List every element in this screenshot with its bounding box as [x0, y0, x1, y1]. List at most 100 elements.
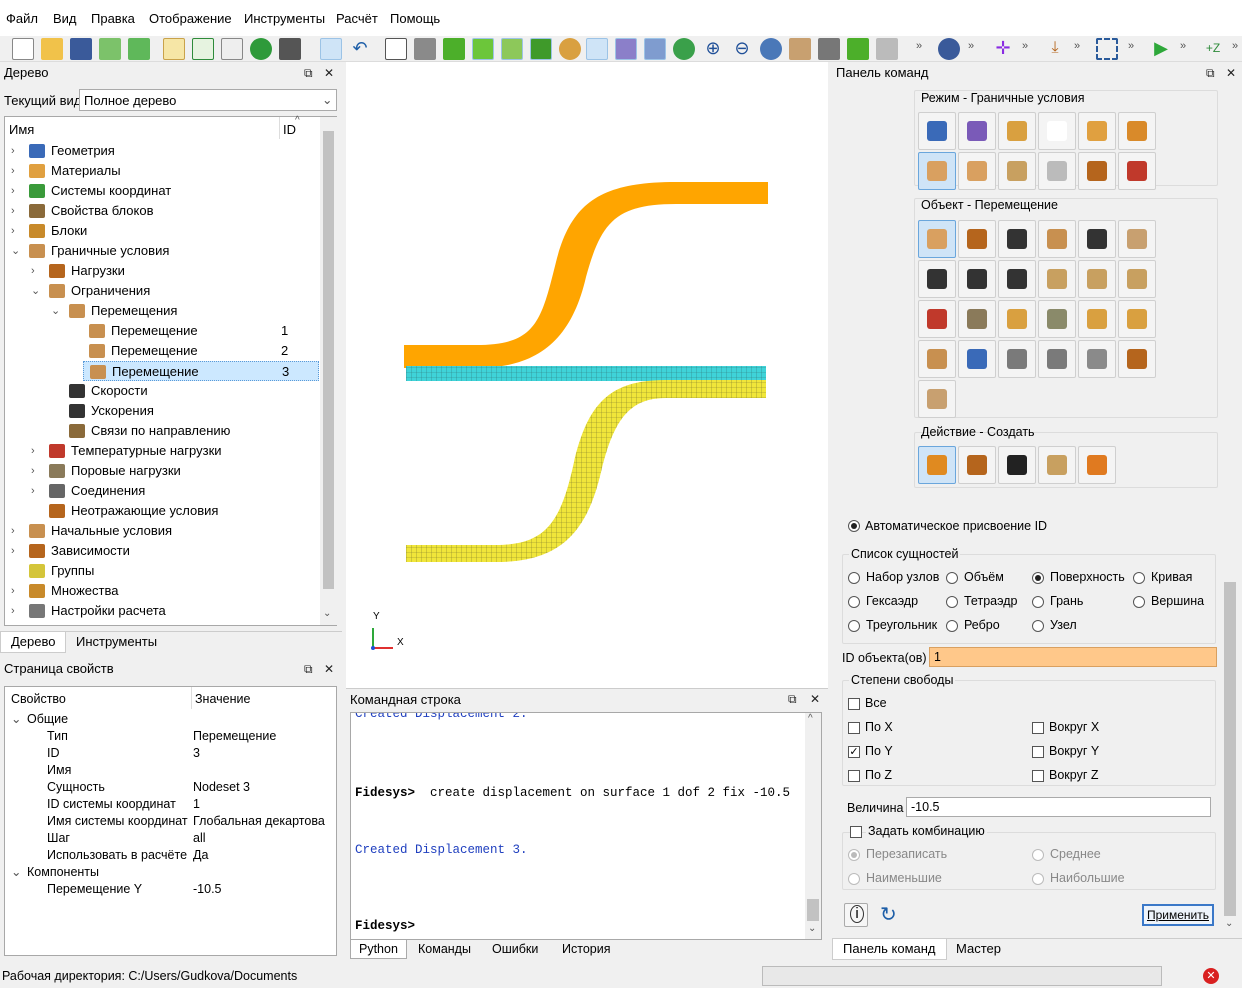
mode-blocks-icon[interactable]	[1078, 112, 1116, 150]
close-icon[interactable]: ✕	[324, 662, 334, 676]
chevron-right-icon[interactable]: ›	[11, 221, 21, 241]
scroll-down-icon[interactable]: ⌄	[808, 923, 816, 934]
tree-row[interactable]: ⌄ Ограничения	[5, 281, 319, 301]
mode-contact-icon[interactable]	[1078, 152, 1116, 190]
menu-calculation[interactable]: Расчёт	[336, 11, 378, 26]
toolbar-more-icon[interactable]: »	[1180, 40, 1186, 52]
apply-button[interactable]: Применить	[1142, 904, 1214, 926]
chevron-right-icon[interactable]: ›	[11, 581, 21, 601]
chevron-right-icon[interactable]: ›	[31, 461, 41, 481]
column-icon[interactable]	[1038, 260, 1076, 298]
float-icon[interactable]: ⧉	[304, 66, 313, 81]
tree-row[interactable]: › Множества	[5, 581, 319, 601]
wall-icon[interactable]	[1038, 300, 1076, 338]
chevron-down-icon[interactable]: ⌄	[11, 864, 21, 881]
tree-row[interactable]: Перемещение 2	[5, 341, 319, 361]
entity-tet-radio[interactable]	[946, 596, 958, 608]
zoom-in-icon[interactable]: ⊕	[702, 38, 724, 60]
tree-row[interactable]: › Блоки	[5, 221, 319, 241]
new-file-icon[interactable]	[12, 38, 34, 60]
command-panel-scroll-thumb[interactable]	[1224, 582, 1236, 916]
tab-python[interactable]: Python	[350, 940, 407, 959]
tab-errors[interactable]: Ошибки	[484, 940, 546, 958]
mode-sets-icon[interactable]	[1118, 112, 1156, 150]
float-icon[interactable]: ⧉	[1206, 66, 1215, 81]
tree-row[interactable]: Неотражающие условия	[5, 501, 319, 521]
entity-face-radio[interactable]	[1032, 596, 1044, 608]
tree-row[interactable]: › Материалы	[5, 161, 319, 181]
reset-icon[interactable]: ↻	[880, 902, 897, 927]
chevron-right-icon[interactable]: ›	[11, 521, 21, 541]
entity-hex-radio[interactable]	[848, 596, 860, 608]
tab-command-panel[interactable]: Панель команд	[832, 939, 947, 960]
sun-icon[interactable]	[1038, 340, 1076, 378]
bounding-box-icon[interactable]	[1096, 38, 1118, 60]
tree-scroll-thumb[interactable]	[323, 131, 334, 589]
prop-value[interactable]: 3	[193, 745, 200, 762]
angular-velocity-icon[interactable]	[958, 260, 996, 298]
prop-value[interactable]: Nodeset 3	[193, 779, 250, 796]
create-icon[interactable]	[918, 446, 956, 484]
mode-mesh-icon[interactable]	[958, 112, 996, 150]
velocity-icon[interactable]	[918, 260, 956, 298]
entity-curve-radio[interactable]	[1133, 572, 1145, 584]
rotate-icon[interactable]	[760, 38, 782, 60]
toolbar-more-icon[interactable]: »	[916, 40, 922, 52]
float-icon[interactable]: ⧉	[304, 662, 313, 677]
prop-value[interactable]: Глобальная декартова	[193, 813, 325, 830]
particles-icon[interactable]	[938, 38, 960, 60]
mode-coordinates-icon[interactable]	[1038, 112, 1076, 150]
chevron-down-icon[interactable]: ⌄	[51, 301, 61, 321]
command-panel-scrollbar[interactable]: ⌄	[1222, 582, 1238, 934]
mode-search-icon[interactable]	[1118, 152, 1156, 190]
chevron-right-icon[interactable]: ›	[31, 481, 41, 501]
id-icon[interactable]	[221, 38, 243, 60]
transparency-icon[interactable]	[876, 38, 898, 60]
tab-history[interactable]: История	[554, 940, 618, 958]
chevron-right-icon[interactable]: ›	[11, 161, 21, 181]
current-view-select[interactable]: Полное дерево ⌄	[79, 89, 337, 111]
shaded-icon[interactable]	[472, 38, 494, 60]
command-output[interactable]: Created Displacement 2. Fidesys> create …	[350, 712, 822, 940]
solid-green-icon[interactable]	[443, 38, 465, 60]
scroll-down-icon[interactable]: ⌄	[1225, 918, 1233, 929]
tree-row[interactable]: › Настройки расчета	[5, 601, 319, 621]
tree-row[interactable]: › Нагрузки	[5, 261, 319, 281]
entity-vertex-radio[interactable]	[1133, 596, 1145, 608]
grid-view-icon[interactable]	[818, 38, 840, 60]
dof-rz-check[interactable]	[1032, 770, 1044, 782]
menu-edit[interactable]: Правка	[91, 11, 135, 26]
menu-view[interactable]: Вид	[53, 11, 77, 26]
edit-icon[interactable]	[1038, 446, 1076, 484]
menu-tools[interactable]: Инструменты	[244, 11, 325, 26]
tree-row[interactable]: Скорости	[5, 381, 319, 401]
export-icon[interactable]	[128, 38, 150, 60]
select-mode-icon[interactable]	[320, 38, 342, 60]
modify-icon[interactable]	[958, 446, 996, 484]
dof-x-check[interactable]	[848, 722, 860, 734]
run-script-icon[interactable]	[192, 38, 214, 60]
load-arrow-icon[interactable]: ⤓	[1044, 38, 1066, 60]
dof-rx-check[interactable]	[1032, 722, 1044, 734]
chevron-right-icon[interactable]: ›	[11, 181, 21, 201]
entity-volume-radio[interactable]	[946, 572, 958, 584]
spring-icon[interactable]	[1078, 260, 1116, 298]
tree-row[interactable]: › Температурные нагрузки	[5, 441, 319, 461]
save-icon[interactable]	[70, 38, 92, 60]
mode-calculator-icon[interactable]	[1038, 152, 1076, 190]
chevron-right-icon[interactable]: ›	[11, 201, 21, 221]
close-icon[interactable]: ✕	[810, 692, 820, 706]
windows-icon[interactable]	[644, 38, 666, 60]
multi-block-icon[interactable]	[918, 380, 956, 418]
zoom-out-icon[interactable]: ⊖	[731, 38, 753, 60]
run-icon[interactable]: ▶	[1150, 38, 1172, 60]
value-input[interactable]: -10.5	[906, 797, 1211, 817]
iso-view-icon[interactable]	[847, 38, 869, 60]
axes-z-icon[interactable]: +Z	[1202, 38, 1224, 60]
menu-help[interactable]: Помощь	[390, 11, 440, 26]
tree-row[interactable]: › Системы координат	[5, 181, 319, 201]
solid-gray-icon[interactable]	[414, 38, 436, 60]
tab-tree[interactable]: Дерево	[0, 632, 67, 653]
combo-average-radio[interactable]	[1032, 849, 1044, 861]
rigid-link-icon[interactable]	[1118, 260, 1156, 298]
